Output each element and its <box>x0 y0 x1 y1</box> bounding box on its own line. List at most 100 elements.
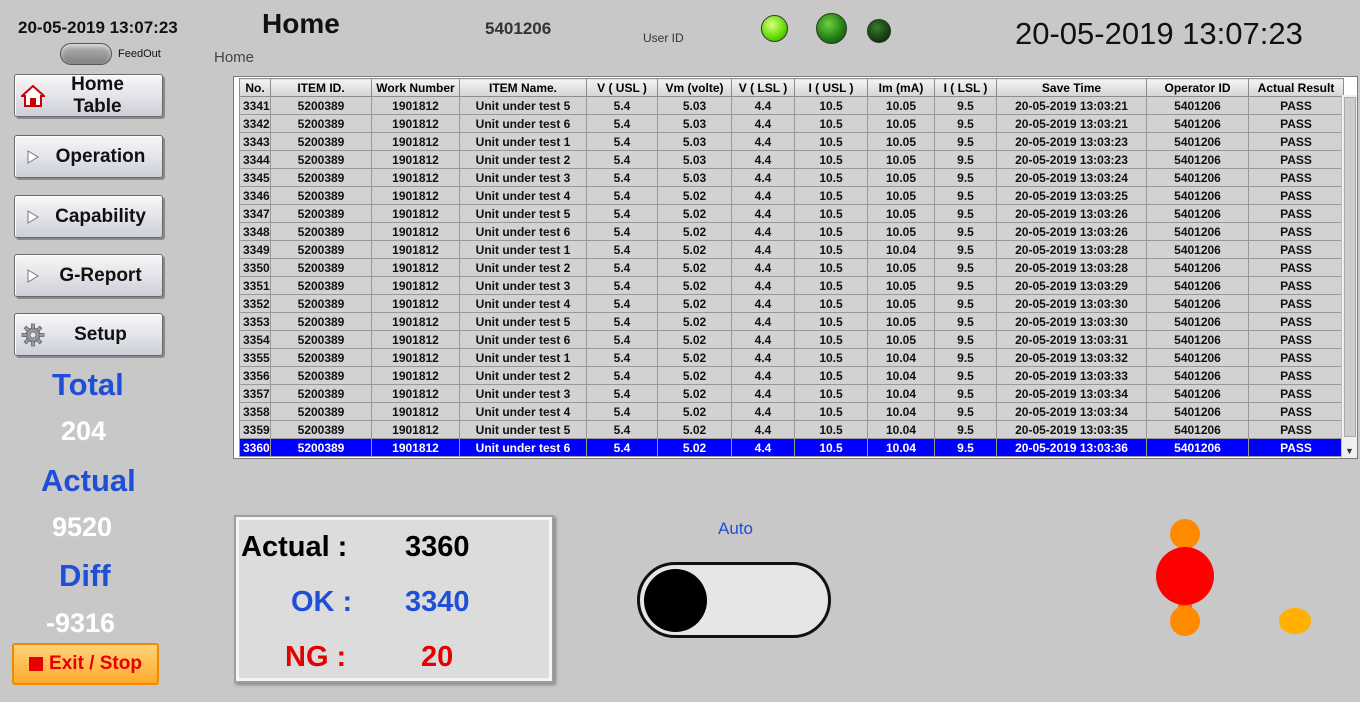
table-row[interactable]: 3359 5200389 1901812 Unit under test 5 5.4 5.… <box>239 420 1344 439</box>
table-row[interactable]: 3347 5200389 1901812 Unit under test 5 5.4 5.… <box>239 204 1344 223</box>
table-cell: 5401206 <box>1146 294 1249 313</box>
table-cell: 5.02 <box>657 258 732 277</box>
table-cell: PASS <box>1248 438 1344 457</box>
setup-button[interactable]: Setup <box>14 313 163 356</box>
table-cell: Unit under test 4 <box>459 402 587 421</box>
g-report-button[interactable]: G-Report <box>14 254 163 297</box>
summary-actual-value: 3360 <box>405 531 470 563</box>
table-row[interactable]: 3354 5200389 1901812 Unit under test 6 5.4 5.… <box>239 330 1344 349</box>
table-cell: 10.05 <box>867 312 935 331</box>
scroll-down-arrow-icon[interactable]: ▼ <box>1345 446 1354 456</box>
table-row[interactable]: 3346 5200389 1901812 Unit under test 4 5.4 5.… <box>239 186 1344 205</box>
play-triangle-icon <box>19 209 47 224</box>
table-cell: 5200389 <box>270 258 372 277</box>
table-cell: 10.5 <box>794 438 868 457</box>
table-cell: 4.4 <box>731 222 795 241</box>
table-cell: 10.5 <box>794 294 868 313</box>
table-cell: 5.4 <box>586 420 658 439</box>
table-cell: PASS <box>1248 276 1344 295</box>
column-header[interactable]: I ( LSL ) <box>934 78 997 97</box>
table-row[interactable]: 3341 5200389 1901812 Unit under test 5 5.4 5.… <box>239 96 1344 115</box>
table-cell: 10.05 <box>867 330 935 349</box>
diff-value: -9316 <box>46 608 116 638</box>
capability-button[interactable]: Capability <box>14 195 163 238</box>
column-header[interactable]: I ( USL ) <box>794 78 868 97</box>
table-row[interactable]: 3353 5200389 1901812 Unit under test 5 5.4 5.… <box>239 312 1344 331</box>
column-header[interactable]: Actual Result <box>1248 78 1344 97</box>
table-row[interactable]: 3345 5200389 1901812 Unit under test 3 5.4 5.… <box>239 168 1344 187</box>
house-icon <box>19 84 47 107</box>
table-cell: 10.04 <box>867 366 935 385</box>
table-row[interactable]: 3344 5200389 1901812 Unit under test 2 5.4 5.… <box>239 150 1344 169</box>
table-cell: 5200389 <box>270 438 372 457</box>
table-cell: 5.4 <box>586 240 658 259</box>
home-table-label: Home Table <box>71 73 124 117</box>
capability-label: Capability <box>55 205 146 227</box>
exit-stop-button[interactable]: Exit / Stop <box>12 643 159 685</box>
operation-button[interactable]: Operation <box>14 135 163 178</box>
table-cell: 10.5 <box>794 204 868 223</box>
table-cell: 9.5 <box>934 186 997 205</box>
column-header[interactable]: ITEM Name. <box>459 78 587 97</box>
table-cell: 9.5 <box>934 420 997 439</box>
table-row[interactable]: 3350 5200389 1901812 Unit under test 2 5.4 5.… <box>239 258 1344 277</box>
table-cell: 1901812 <box>371 384 460 403</box>
table-cell: 5.02 <box>657 222 732 241</box>
table-cell: 10.5 <box>794 186 868 205</box>
actual-value: 9520 <box>52 512 113 542</box>
table-cell: 3348 <box>239 222 271 241</box>
scrollbar-thumb[interactable] <box>1344 97 1356 437</box>
table-row[interactable]: 3358 5200389 1901812 Unit under test 4 5.4 5.… <box>239 402 1344 421</box>
switch-knob[interactable] <box>644 569 707 632</box>
table-cell: 5.4 <box>586 438 658 457</box>
table-cell: 10.5 <box>794 222 868 241</box>
table-cell: 5401206 <box>1146 204 1249 223</box>
table-row[interactable]: 3351 5200389 1901812 Unit under test 3 5.4 5.… <box>239 276 1344 295</box>
table-row[interactable]: 3355 5200389 1901812 Unit under test 1 5.4 5.… <box>239 348 1344 367</box>
feedout-toggle[interactable] <box>60 43 112 65</box>
header-datetime: 20-05-2019 13:07:23 <box>18 18 178 37</box>
table-cell: 5.4 <box>586 348 658 367</box>
summary-ng-value: 20 <box>421 641 454 673</box>
table-row[interactable]: 3357 5200389 1901812 Unit under test 3 5.4 5.… <box>239 384 1344 403</box>
table-row[interactable]: 3360 5200389 1901812 Unit under test 6 5.4 5.… <box>239 438 1344 457</box>
table-cell: 3351 <box>239 276 271 295</box>
table-cell: 5200389 <box>270 204 372 223</box>
table-cell: 4.4 <box>731 240 795 259</box>
table-row[interactable]: 3342 5200389 1901812 Unit under test 6 5.4 5.… <box>239 114 1344 133</box>
column-header[interactable]: ITEM ID. <box>270 78 372 97</box>
table-cell: 5.02 <box>657 186 732 205</box>
table-scrollbar[interactable]: ▼ <box>1341 95 1357 458</box>
home-table-button[interactable]: Home Table <box>14 74 163 117</box>
table-cell: 3341 <box>239 96 271 115</box>
table-cell: 10.04 <box>867 384 935 403</box>
column-header[interactable]: Operator ID <box>1146 78 1249 97</box>
table-cell: 5.02 <box>657 312 732 331</box>
table-cell: 10.05 <box>867 114 935 133</box>
column-header[interactable]: No. <box>239 78 271 97</box>
table-cell: 5401206 <box>1146 186 1249 205</box>
column-header[interactable]: Work Number <box>371 78 460 97</box>
column-header[interactable]: V ( USL ) <box>586 78 658 97</box>
table-cell: 5200389 <box>270 384 372 403</box>
table-row[interactable]: 3349 5200389 1901812 Unit under test 1 5.4 5.… <box>239 240 1344 259</box>
table-row[interactable]: 3352 5200389 1901812 Unit under test 4 5.4 5.… <box>239 294 1344 313</box>
column-header[interactable]: Save Time <box>996 78 1147 97</box>
table-cell: 5.02 <box>657 384 732 403</box>
table-cell: 5.4 <box>586 204 658 223</box>
table-cell: 1901812 <box>371 240 460 259</box>
table-cell: PASS <box>1248 330 1344 349</box>
table-cell: 4.4 <box>731 420 795 439</box>
table-row[interactable]: 3343 5200389 1901812 Unit under test 1 5.4 5.… <box>239 132 1344 151</box>
column-header[interactable]: Vm (volte) <box>657 78 732 97</box>
auto-mode-switch[interactable] <box>637 562 831 638</box>
column-header[interactable]: V ( LSL ) <box>731 78 795 97</box>
mode-label: Auto <box>718 519 753 538</box>
table-row[interactable]: 3356 5200389 1901812 Unit under test 2 5.4 5.… <box>239 366 1344 385</box>
table-cell: Unit under test 1 <box>459 348 587 367</box>
table-cell: 1901812 <box>371 348 460 367</box>
table-cell: 5.02 <box>657 276 732 295</box>
column-header[interactable]: Im (mA) <box>867 78 935 97</box>
table-row[interactable]: 3348 5200389 1901812 Unit under test 6 5.4 5.… <box>239 222 1344 241</box>
table-cell: 3346 <box>239 186 271 205</box>
